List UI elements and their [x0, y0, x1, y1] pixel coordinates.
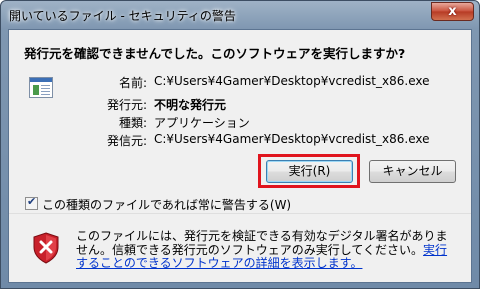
warning-panel: このファイルには、発行元を検証できる有効なデジタル署名がありません。信頼できる発…: [9, 214, 471, 282]
dialog-body: 発行元を確認できませんでした。このソフトウェアを実行しますか? 名前: C:¥U…: [8, 29, 472, 283]
name-label: 名前:: [118, 76, 147, 90]
details-panel: 発行元を確認できませんでした。このソフトウェアを実行しますか? 名前: C:¥U…: [9, 30, 471, 213]
publisher-label: 発行元:: [106, 98, 147, 112]
window-title: 開いているファイル - セキュリティの警告: [9, 9, 236, 23]
close-button[interactable]: x: [431, 2, 474, 21]
close-icon: x: [448, 4, 457, 19]
title-bar[interactable]: 開いているファイル - セキュリティの警告 x: [1, 1, 479, 29]
security-warning-window: 開いているファイル - セキュリティの警告 x 発行元を確認できませんでした。こ…: [0, 0, 480, 289]
source-value: C:¥Users¥4Gamer¥Desktop¥vcredist_x86.exe: [154, 132, 430, 146]
warning-message: このファイルには、発行元を検証できる有効なデジタル署名がありません。信頼できる発…: [76, 229, 456, 271]
publisher-value: 不明な発行元: [154, 98, 227, 112]
application-icon: [29, 77, 53, 98]
source-label: 発信元:: [106, 134, 147, 148]
run-button[interactable]: 実行(R): [266, 160, 353, 183]
security-shield-icon: [33, 232, 59, 264]
type-label: 種類:: [118, 116, 147, 130]
type-value: アプリケーション: [154, 116, 250, 130]
checkmark-icon: ✔: [27, 195, 37, 208]
name-value: C:¥Users¥4Gamer¥Desktop¥vcredist_x86.exe: [154, 74, 430, 88]
always-warn-checkbox[interactable]: ✔: [25, 195, 38, 210]
dialog-heading: 発行元を確認できませんでした。このソフトウェアを実行しますか?: [24, 46, 406, 61]
always-warn-label[interactable]: この種類のファイルであれば常に警告する(W): [42, 196, 291, 213]
warning-text: このファイルには、発行元を検証できる有効なデジタル署名がありません。信頼できる発…: [76, 229, 448, 257]
cancel-button[interactable]: キャンセル: [369, 160, 456, 183]
